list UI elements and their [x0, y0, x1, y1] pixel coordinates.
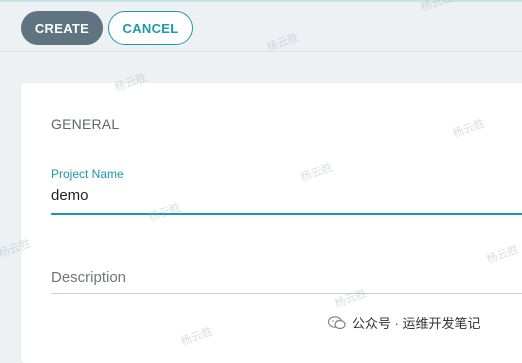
- description-underline: [51, 293, 522, 294]
- wechat-icon: [327, 315, 346, 330]
- section-title-general: GENERAL: [51, 116, 120, 132]
- create-button[interactable]: CREATE: [21, 11, 103, 45]
- footer-text: 公众号 · 运维开发笔记: [352, 316, 481, 331]
- cancel-button[interactable]: CANCEL: [108, 11, 193, 45]
- project-name-underline: [51, 213, 522, 215]
- footer-wechat-credit: 公众号 · 运维开发笔记: [327, 313, 481, 332]
- project-name-label: Project Name: [51, 167, 124, 181]
- description-input[interactable]: Description: [51, 269, 126, 286]
- project-name-input[interactable]: demo: [51, 187, 89, 204]
